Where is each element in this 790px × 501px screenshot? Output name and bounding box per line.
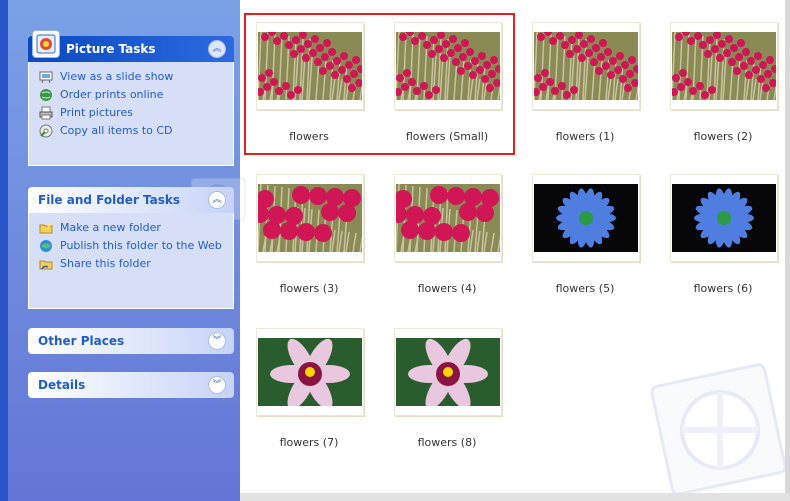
flower-photo (258, 338, 362, 406)
task-pane: Picture Tasks ︽ View as a slide show Ord… (8, 0, 246, 501)
collapse-chevron-icon[interactable]: ︽ (208, 191, 226, 209)
task-view-slideshow[interactable]: View as a slide show (39, 70, 225, 84)
selection-rectangle (244, 13, 515, 155)
file-thumbnail[interactable] (394, 174, 502, 262)
picture-tasks-body: View as a slide show Order prints online… (28, 62, 246, 221)
expand-chevron-icon[interactable]: ︾ (208, 376, 226, 394)
file-name-label[interactable]: flowers (7) (239, 436, 379, 449)
flower-photo (672, 184, 776, 252)
file-thumbnail[interactable] (256, 174, 364, 262)
file-name-label[interactable]: flowers (5) (515, 282, 655, 295)
other-places-title: Other Places (38, 334, 125, 348)
printer-icon (39, 106, 53, 120)
file-name-label[interactable]: flowers (2) (653, 130, 790, 143)
task-share-folder[interactable]: Share this folder (39, 257, 225, 271)
file-thumbnail[interactable] (256, 328, 364, 416)
task-make-new-folder[interactable]: Make a new folder (39, 221, 225, 235)
other-places-panel: Other Places ︾ (28, 328, 234, 354)
task-label: Print pictures (60, 106, 133, 119)
share-folder-icon (39, 260, 53, 270)
file-thumbnail[interactable] (532, 22, 640, 110)
file-thumbnail[interactable] (532, 174, 640, 262)
window-right-border (785, 0, 790, 501)
window-bottom-border (240, 493, 790, 501)
file-folder-tasks-header[interactable]: File and Folder Tasks ︽ (28, 187, 234, 213)
file-name-label[interactable]: flowers (4) (377, 282, 517, 295)
new-folder-icon (39, 222, 53, 234)
collapse-chevron-icon[interactable]: ︽ (208, 40, 226, 58)
window-left-border (0, 0, 8, 501)
task-label: Copy all items to CD (60, 124, 173, 137)
file-name-label[interactable]: flowers (8) (377, 436, 517, 449)
task-label: Make a new folder (60, 221, 161, 234)
file-name-label[interactable]: flowers (6) (653, 282, 790, 295)
other-places-header[interactable]: Other Places ︾ (28, 328, 234, 354)
globe-icon (40, 89, 52, 101)
task-label: View as a slide show (60, 70, 174, 83)
picture-tasks-logo-icon (32, 30, 60, 58)
explorer-window: Picture Tasks ︽ View as a slide show Ord… (0, 0, 790, 501)
details-panel: Details ︾ (28, 372, 234, 398)
task-print-pictures[interactable]: Print pictures (39, 106, 225, 120)
camera-watermark-icon (650, 363, 787, 496)
task-label: Share this folder (60, 257, 151, 270)
flower-photo (258, 184, 362, 252)
task-order-prints[interactable]: Order prints online (39, 88, 225, 102)
file-folder-tasks-title: File and Folder Tasks (38, 193, 181, 207)
file-name-label[interactable]: flowers (1) (515, 130, 655, 143)
details-header[interactable]: Details ︾ (28, 372, 234, 398)
task-label: Publish this folder to the Web (60, 239, 222, 252)
file-thumbnail[interactable] (394, 328, 502, 416)
details-title: Details (38, 378, 86, 392)
file-thumbnail[interactable] (670, 22, 778, 110)
task-publish-to-web[interactable]: Publish this folder to the Web (39, 239, 225, 253)
file-name-label[interactable]: flowers (3) (239, 282, 379, 295)
publish-web-icon (40, 240, 52, 252)
task-label: Order prints online (60, 88, 164, 101)
flower-photo (396, 184, 500, 252)
flower-photo (672, 32, 776, 100)
task-copy-to-cd[interactable]: Copy all items to CD (39, 124, 225, 138)
cd-icon (39, 124, 53, 138)
file-thumbnail[interactable] (670, 174, 778, 262)
slideshow-icon (39, 71, 53, 84)
flower-photo (534, 32, 638, 100)
flower-photo (534, 184, 638, 252)
picture-tasks-title: Picture Tasks (66, 42, 156, 56)
expand-chevron-icon[interactable]: ︾ (208, 332, 226, 350)
file-folder-tasks-body: Make a new folder Publish this folder to… (28, 213, 234, 309)
file-folder-tasks-panel: File and Folder Tasks ︽ Make a new folde… (28, 187, 234, 309)
flower-photo (396, 338, 500, 406)
